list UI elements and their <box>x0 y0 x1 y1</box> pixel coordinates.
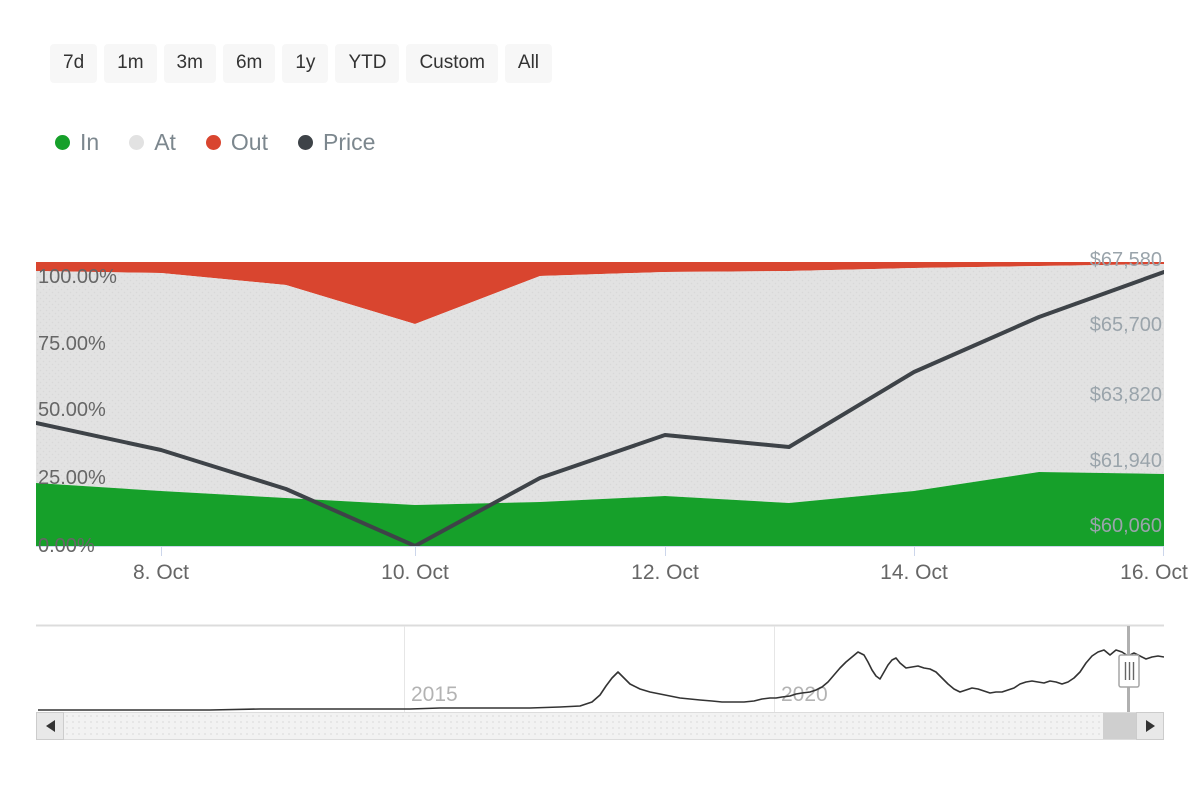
y-right-tick-label: $65,700 <box>1090 314 1162 336</box>
scrollbar-thumb[interactable] <box>1103 713 1136 739</box>
scrollbar-right-button[interactable] <box>1136 712 1164 740</box>
range-button-1m[interactable]: 1m <box>104 44 156 83</box>
legend-dot-icon <box>129 135 144 150</box>
y-axis-right-labels: $60,060 $61,940 $63,820 $65,700 $67,580 <box>1090 249 1162 537</box>
range-button-1y[interactable]: 1y <box>282 44 328 83</box>
y-right-tick-label: $67,580 <box>1090 249 1162 271</box>
legend-label-in: In <box>80 131 99 154</box>
range-button-6m[interactable]: 6m <box>223 44 275 83</box>
legend-label-out: Out <box>231 131 268 154</box>
chart-container: 8. Oct 10. Oct 12. Oct 14. Oct 16. Oct 0… <box>0 0 1200 800</box>
x-tick-label: 12. Oct <box>631 561 699 584</box>
chart-legend: In At Out Price <box>55 131 375 154</box>
y-left-tick-label: 100.00% <box>38 266 117 288</box>
legend-item-price[interactable]: Price <box>298 131 375 154</box>
legend-item-in[interactable]: In <box>55 131 99 154</box>
range-button-7d[interactable]: 7d <box>50 44 97 83</box>
arrow-left-icon <box>46 720 55 732</box>
legend-dot-icon <box>55 135 70 150</box>
legend-item-at[interactable]: At <box>129 131 176 154</box>
scrollbar-track[interactable] <box>64 712 1136 740</box>
x-axis-ticks <box>162 546 1164 556</box>
legend-dot-icon <box>206 135 221 150</box>
range-button-ytd[interactable]: YTD <box>335 44 399 83</box>
area-series-in <box>36 472 1164 546</box>
range-button-all[interactable]: All <box>505 44 552 83</box>
navigator-right-handle[interactable] <box>1119 655 1139 687</box>
price-line-series <box>36 272 1164 546</box>
y-axis-left-labels: 0.00% 25.00% 50.00% 75.00% 100.00% <box>38 266 117 557</box>
legend-label-at: At <box>154 131 176 154</box>
y-left-tick-label: 0.00% <box>38 535 95 557</box>
y-right-tick-label: $63,820 <box>1090 384 1162 406</box>
x-tick-label: 8. Oct <box>133 561 189 584</box>
legend-item-out[interactable]: Out <box>206 131 268 154</box>
navigator-year-label: 2015 <box>411 683 458 706</box>
x-tick-label: 14. Oct <box>880 561 948 584</box>
range-selector: 7d 1m 3m 6m 1y YTD Custom All <box>50 44 552 83</box>
navigator-scrollbar[interactable] <box>36 712 1164 740</box>
area-series-at <box>36 264 1164 505</box>
navigator-year-label: 2020 <box>781 683 828 706</box>
y-right-tick-label: $60,060 <box>1090 515 1162 537</box>
legend-label-price: Price <box>323 131 375 154</box>
x-axis-labels: 8. Oct 10. Oct 12. Oct 14. Oct 16. Oct <box>133 561 1188 584</box>
x-tick-label: 16. Oct <box>1120 561 1188 584</box>
scrollbar-left-button[interactable] <box>36 712 64 740</box>
navigator[interactable]: 2015 2020 <box>36 626 1164 713</box>
stacked-area-series <box>36 262 1164 546</box>
area-series-out <box>36 262 1164 324</box>
x-tick-label: 10. Oct <box>381 561 449 584</box>
y-left-tick-label: 75.00% <box>38 333 106 355</box>
drag-handle-icon <box>1126 662 1134 680</box>
range-button-3m[interactable]: 3m <box>164 44 216 83</box>
range-button-custom[interactable]: Custom <box>406 44 497 83</box>
y-right-tick-label: $61,940 <box>1090 450 1162 472</box>
y-left-tick-label: 25.00% <box>38 467 106 489</box>
arrow-right-icon <box>1146 720 1155 732</box>
legend-dot-icon <box>298 135 313 150</box>
price-line-path <box>36 272 1164 546</box>
y-left-tick-label: 50.00% <box>38 399 106 421</box>
navigator-sparkline <box>38 650 1164 710</box>
